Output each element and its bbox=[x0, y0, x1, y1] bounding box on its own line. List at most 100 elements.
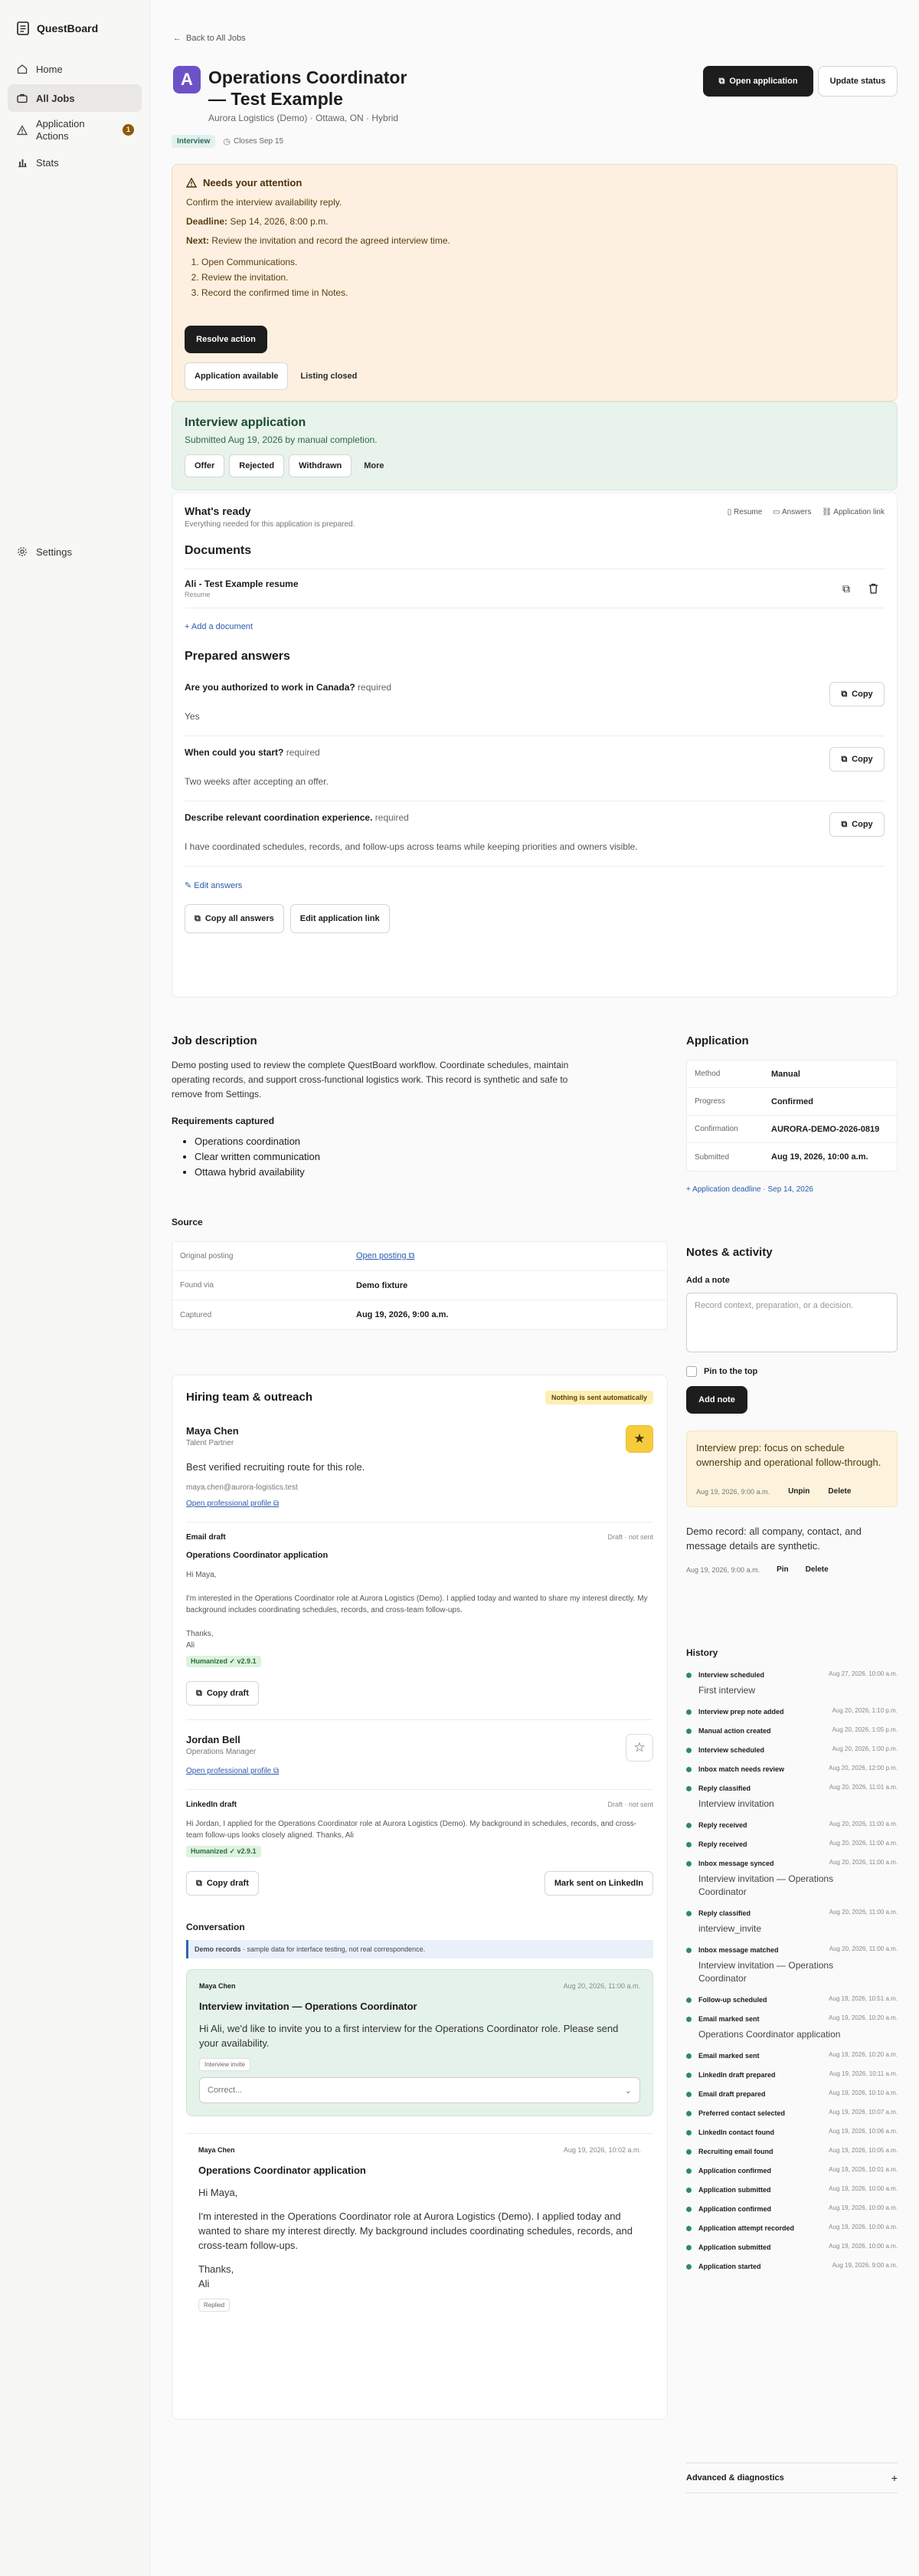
copy-draft-button[interactable]: ⧉ Copy draft bbox=[186, 1871, 259, 1896]
clock-icon: ◷ bbox=[223, 137, 231, 146]
answers-link[interactable]: ▭ Answers bbox=[773, 508, 811, 516]
history-item: LinkedIn contact found Aug 19, 2026, 10:0… bbox=[686, 2128, 898, 2137]
history-event: Application submitted bbox=[698, 2243, 771, 2251]
application-key: Submitted bbox=[695, 1152, 730, 1162]
resume-link-label: Resume bbox=[734, 508, 763, 516]
timeline-dot bbox=[686, 2130, 692, 2135]
advanced-diagnostics-toggle[interactable]: Advanced & diagnostics + bbox=[686, 2463, 898, 2493]
history-item: Manual action created Aug 20, 2026, 1:05 … bbox=[686, 1726, 898, 1735]
requirement-item: Operations coordination bbox=[195, 1134, 570, 1149]
add-note-button[interactable]: Add note bbox=[686, 1386, 747, 1414]
history-event: Follow-up scheduled bbox=[698, 1996, 767, 2004]
history-event: Reply classified bbox=[698, 1909, 751, 1917]
pin-checkbox-row[interactable]: Pin to the top bbox=[686, 1366, 898, 1377]
delete-note-button[interactable]: Delete bbox=[828, 1487, 851, 1496]
timeline-dot bbox=[686, 2073, 692, 2078]
copy-answer-button[interactable]: ⧉ Copy bbox=[829, 682, 885, 706]
message-subject: Operations Coordinator application bbox=[198, 2165, 366, 2176]
edit-application-link-button[interactable]: Edit application link bbox=[289, 904, 390, 933]
professional-profile-link[interactable]: Open professional profile ⧉ bbox=[186, 1767, 653, 1775]
answer-text: Yes bbox=[185, 711, 200, 722]
copy-draft-button[interactable]: ⧉ Copy draft bbox=[186, 1681, 259, 1706]
sidebar-item-all-jobs[interactable]: All Jobs bbox=[8, 84, 142, 112]
delete-note-button[interactable]: Delete bbox=[806, 1565, 829, 1574]
source-key: Found via bbox=[180, 1281, 214, 1290]
application-deadline-link[interactable]: + Application deadline · Sep 14, 2026 bbox=[686, 1185, 898, 1194]
back-link[interactable]: ← Back to All Jobs bbox=[173, 34, 246, 43]
sidebar-item-home[interactable]: Home bbox=[8, 55, 142, 83]
application-key: Progress bbox=[695, 1097, 726, 1106]
step-item: Record the confirmed time in Notes. bbox=[201, 285, 883, 300]
stage-badge: Interview bbox=[172, 135, 216, 148]
pin-checkbox[interactable] bbox=[686, 1366, 697, 1377]
message-card: Maya Chen Aug 20, 2026, 11:00 a.m. Inter… bbox=[186, 1969, 653, 2116]
message-subject: Interview invitation — Operations Coordi… bbox=[199, 2001, 417, 2012]
timeline-dot bbox=[686, 1767, 692, 1772]
timeline-dot bbox=[686, 2092, 692, 2097]
classification-select[interactable]: Correct... ⌄ bbox=[199, 2077, 640, 2103]
pin-button[interactable]: Pin bbox=[777, 1565, 789, 1574]
sidebar-item-label: Stats bbox=[36, 156, 59, 169]
message-time: Aug 20, 2026, 11:00 a.m. bbox=[563, 1982, 640, 1990]
history-detail: First interview bbox=[698, 1685, 756, 1696]
copy-icon: ⧉ bbox=[196, 1688, 202, 1698]
unpin-button[interactable]: Unpin bbox=[788, 1487, 809, 1496]
question-text: When could you start? bbox=[185, 747, 284, 758]
history-event: Inbox match needs review bbox=[698, 1765, 785, 1773]
message-signature: Ali bbox=[198, 2278, 210, 2289]
requirement-item: Clear written communication bbox=[195, 1149, 570, 1165]
copy-all-answers-button[interactable]: ⧉ Copy all answers bbox=[185, 904, 284, 933]
history-item: Recruiting email found Aug 19, 2026, 10:0… bbox=[686, 2147, 898, 2156]
update-status-button[interactable]: Update status bbox=[818, 66, 898, 97]
open-posting-link[interactable]: Open posting ⧉ bbox=[356, 1251, 414, 1261]
copy-draft-label: Copy draft bbox=[206, 1689, 249, 1698]
demo-records-note: Demo records · sample data for interface… bbox=[186, 1940, 653, 1958]
professional-profile-link[interactable]: Open professional profile ⧉ bbox=[186, 1499, 653, 1508]
trash-icon[interactable] bbox=[868, 582, 878, 595]
add-document-link[interactable]: + Add a document bbox=[185, 622, 885, 631]
star-outline-icon[interactable]: ☆ bbox=[626, 1734, 653, 1762]
gear-icon bbox=[17, 546, 28, 557]
replied-tag: Replied bbox=[198, 2299, 231, 2312]
application-value: AURORA-DEMO-2026-0819 bbox=[771, 1124, 880, 1134]
brand[interactable]: QuestBoard bbox=[0, 0, 149, 35]
document-name: Ali - Test Example resume bbox=[185, 578, 299, 589]
copy-answer-button[interactable]: ⧉ Copy bbox=[829, 812, 885, 837]
timeline-dot bbox=[686, 2111, 692, 2116]
resume-link[interactable]: ▯ Resume bbox=[728, 508, 763, 516]
sidebar-item-stats[interactable]: Stats bbox=[8, 149, 142, 176]
history-item: Application confirmed Aug 19, 2026, 10:00… bbox=[686, 2204, 898, 2214]
history-event: Recruiting email found bbox=[698, 2148, 773, 2155]
more-button[interactable]: More bbox=[356, 461, 391, 470]
question-label: Are you authorized to work in Canada? re… bbox=[185, 682, 885, 693]
history-event: Manual action created bbox=[698, 1727, 771, 1735]
application-key: Confirmation bbox=[695, 1125, 738, 1133]
edit-answers-link[interactable]: ✎ Edit answers bbox=[185, 880, 885, 890]
resolve-action-button[interactable]: Resolve action bbox=[185, 326, 267, 353]
draft-label: LinkedIn draft bbox=[186, 1801, 237, 1809]
application-row: Confirmation AURORA-DEMO-2026-0819 bbox=[687, 1116, 897, 1143]
sidebar-item-settings[interactable]: Settings bbox=[8, 538, 142, 565]
withdrawn-button[interactable]: Withdrawn bbox=[289, 454, 352, 477]
copy-label: Copy bbox=[852, 755, 873, 764]
application-available-tag[interactable]: Application available bbox=[185, 362, 289, 390]
profile-label: Open professional profile bbox=[186, 1499, 272, 1508]
open-application-button[interactable]: ⧉ Open application bbox=[703, 66, 813, 97]
note-textarea[interactable]: Record context, preparation, or a decisi… bbox=[686, 1293, 898, 1352]
rejected-button[interactable]: Rejected bbox=[229, 454, 285, 477]
copy-answer-button[interactable]: ⧉ Copy bbox=[829, 747, 885, 772]
open-document-icon[interactable]: ⧉ bbox=[842, 582, 850, 595]
plus-icon: + bbox=[891, 2472, 898, 2484]
history-time: Aug 20, 2026, 12:00 p.m. bbox=[829, 1765, 898, 1771]
offer-button[interactable]: Offer bbox=[185, 454, 225, 477]
application-link-link[interactable]: ⛓ Application link bbox=[822, 508, 885, 516]
contact-email[interactable]: maya.chen@aurora-logistics.test bbox=[186, 1483, 653, 1492]
sidebar-item-application-actions[interactable]: Application Actions 1 bbox=[8, 113, 142, 147]
star-icon[interactable]: ★ bbox=[626, 1425, 653, 1453]
history-event: LinkedIn contact found bbox=[698, 2129, 774, 2136]
attention-panel: Needs your attention Confirm the intervi… bbox=[172, 164, 898, 401]
draft-body: Hi Jordan, I applied for the Operations … bbox=[186, 1820, 637, 1840]
add-note-label: Add a note bbox=[686, 1276, 730, 1285]
humanized-badge: Humanized ✓ v2.9.1 bbox=[186, 1846, 261, 1857]
mark-sent-linkedin-button[interactable]: Mark sent on LinkedIn bbox=[544, 1871, 653, 1896]
